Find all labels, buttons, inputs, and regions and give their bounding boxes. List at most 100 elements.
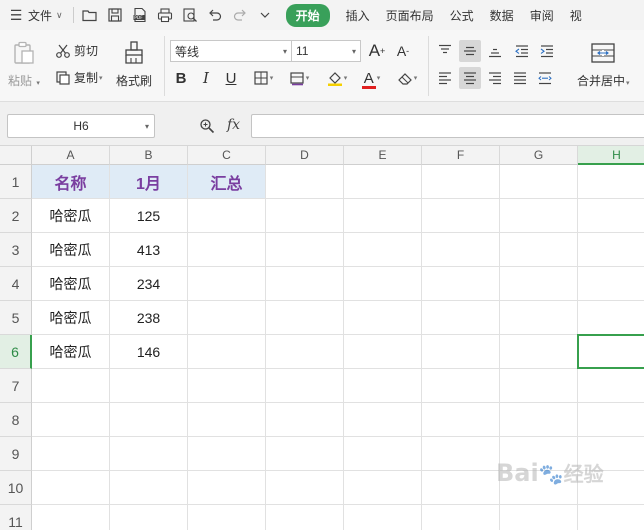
cell-d2[interactable] <box>266 199 344 233</box>
decrease-font-size-button[interactable]: A- <box>392 40 414 62</box>
cell-f7[interactable] <box>422 369 500 403</box>
cell-d5[interactable] <box>266 301 344 335</box>
cell-f9[interactable] <box>422 437 500 471</box>
cut-button[interactable]: 剪切 <box>55 42 98 59</box>
font-color-button[interactable]: A ▾ <box>356 67 386 89</box>
row-header-2[interactable]: 2 <box>0 199 32 233</box>
row-header-1[interactable]: 1 <box>0 165 32 199</box>
cell-e1[interactable] <box>344 165 422 199</box>
cell-c8[interactable] <box>188 403 266 437</box>
tab-review[interactable]: 审阅 <box>522 0 562 30</box>
undo-icon[interactable] <box>203 3 228 27</box>
cell-g11[interactable] <box>500 505 578 530</box>
column-header-b[interactable]: B <box>110 146 188 165</box>
file-menu[interactable]: ☰ 文件 ∨ <box>0 0 69 30</box>
cell-a1[interactable]: 名称 <box>32 165 110 199</box>
cell-c9[interactable] <box>188 437 266 471</box>
cell-e7[interactable] <box>344 369 422 403</box>
cell-a7[interactable] <box>32 369 110 403</box>
cell-g4[interactable] <box>500 267 578 301</box>
open-folder-icon[interactable] <box>78 3 103 27</box>
merge-center-button[interactable]: 合并居中▾ <box>577 40 630 89</box>
tab-page-layout[interactable]: 页面布局 <box>378 0 442 30</box>
column-header-c[interactable]: C <box>188 146 266 165</box>
row-header-9[interactable]: 9 <box>0 437 32 471</box>
cell-b3[interactable]: 413 <box>110 233 188 267</box>
format-painter-button[interactable]: 格式刷 <box>116 40 152 89</box>
cell-h11[interactable] <box>578 505 644 530</box>
decrease-indent-button[interactable] <box>511 40 533 62</box>
cell-g6[interactable] <box>500 335 578 369</box>
cell-c7[interactable] <box>188 369 266 403</box>
row-header-8[interactable]: 8 <box>0 403 32 437</box>
export-pdf-icon[interactable]: PDF <box>128 3 153 27</box>
increase-font-size-button[interactable]: A + <box>366 40 388 62</box>
increase-indent-button[interactable] <box>536 40 558 62</box>
print-icon[interactable] <box>153 3 178 27</box>
cell-f11[interactable] <box>422 505 500 530</box>
column-header-h[interactable]: H <box>578 146 644 165</box>
column-header-f[interactable]: F <box>422 146 500 165</box>
name-box[interactable]: H6 ▾ <box>7 114 155 138</box>
formula-input[interactable] <box>251 114 644 138</box>
tab-insert[interactable]: 插入 <box>338 0 378 30</box>
row-header-10[interactable]: 10 <box>0 471 32 505</box>
cell-e2[interactable] <box>344 199 422 233</box>
cell-a2[interactable]: 哈密瓜 <box>32 199 110 233</box>
borders-button[interactable]: ▾ <box>248 67 278 89</box>
cell-d3[interactable] <box>266 233 344 267</box>
cell-a6[interactable]: 哈密瓜 <box>32 335 110 369</box>
align-middle-button[interactable] <box>459 40 481 62</box>
tab-data[interactable]: 数据 <box>482 0 522 30</box>
cell-a11[interactable] <box>32 505 110 530</box>
cell-e9[interactable] <box>344 437 422 471</box>
cell-c1[interactable]: 汇总 <box>188 165 266 199</box>
cell-g2[interactable] <box>500 199 578 233</box>
align-left-button[interactable] <box>434 67 456 89</box>
cell-d7[interactable] <box>266 369 344 403</box>
column-header-d[interactable]: D <box>266 146 344 165</box>
clear-format-button[interactable]: ▾ <box>392 67 422 89</box>
zoom-icon[interactable] <box>199 118 215 134</box>
cell-e10[interactable] <box>344 471 422 505</box>
cell-a3[interactable]: 哈密瓜 <box>32 233 110 267</box>
redo-icon[interactable] <box>228 3 253 27</box>
cell-a8[interactable] <box>32 403 110 437</box>
cell-e4[interactable] <box>344 267 422 301</box>
cell-f10[interactable] <box>422 471 500 505</box>
cell-b10[interactable] <box>110 471 188 505</box>
cell-a10[interactable] <box>32 471 110 505</box>
tab-formulas[interactable]: 公式 <box>442 0 482 30</box>
cell-e8[interactable] <box>344 403 422 437</box>
font-size-select[interactable]: 11 ▾ <box>291 40 361 62</box>
print-preview-icon[interactable] <box>178 3 203 27</box>
cell-h8[interactable] <box>578 403 644 437</box>
cell-b7[interactable] <box>110 369 188 403</box>
align-right-button[interactable] <box>484 67 506 89</box>
cell-h4[interactable] <box>578 267 644 301</box>
cell-e3[interactable] <box>344 233 422 267</box>
cell-b9[interactable] <box>110 437 188 471</box>
underline-button[interactable]: U <box>220 67 242 89</box>
align-top-button[interactable] <box>434 40 456 62</box>
row-header-4[interactable]: 4 <box>0 267 32 301</box>
cell-h2[interactable] <box>578 199 644 233</box>
cell-e6[interactable] <box>344 335 422 369</box>
row-header-3[interactable]: 3 <box>0 233 32 267</box>
active-cell-selection[interactable] <box>577 334 644 369</box>
cell-f3[interactable] <box>422 233 500 267</box>
cell-e5[interactable] <box>344 301 422 335</box>
cell-f1[interactable] <box>422 165 500 199</box>
cell-a5[interactable]: 哈密瓜 <box>32 301 110 335</box>
select-all-corner[interactable] <box>0 146 32 165</box>
cell-d9[interactable] <box>266 437 344 471</box>
font-name-select[interactable]: 等线 ▾ <box>170 40 292 62</box>
cell-h5[interactable] <box>578 301 644 335</box>
cell-g1[interactable] <box>500 165 578 199</box>
align-center-button[interactable] <box>459 67 481 89</box>
justify-button[interactable] <box>509 67 531 89</box>
cell-d11[interactable] <box>266 505 344 530</box>
tab-view[interactable]: 视 <box>562 0 590 30</box>
cell-f6[interactable] <box>422 335 500 369</box>
customize-toolbar-icon[interactable] <box>253 3 278 27</box>
